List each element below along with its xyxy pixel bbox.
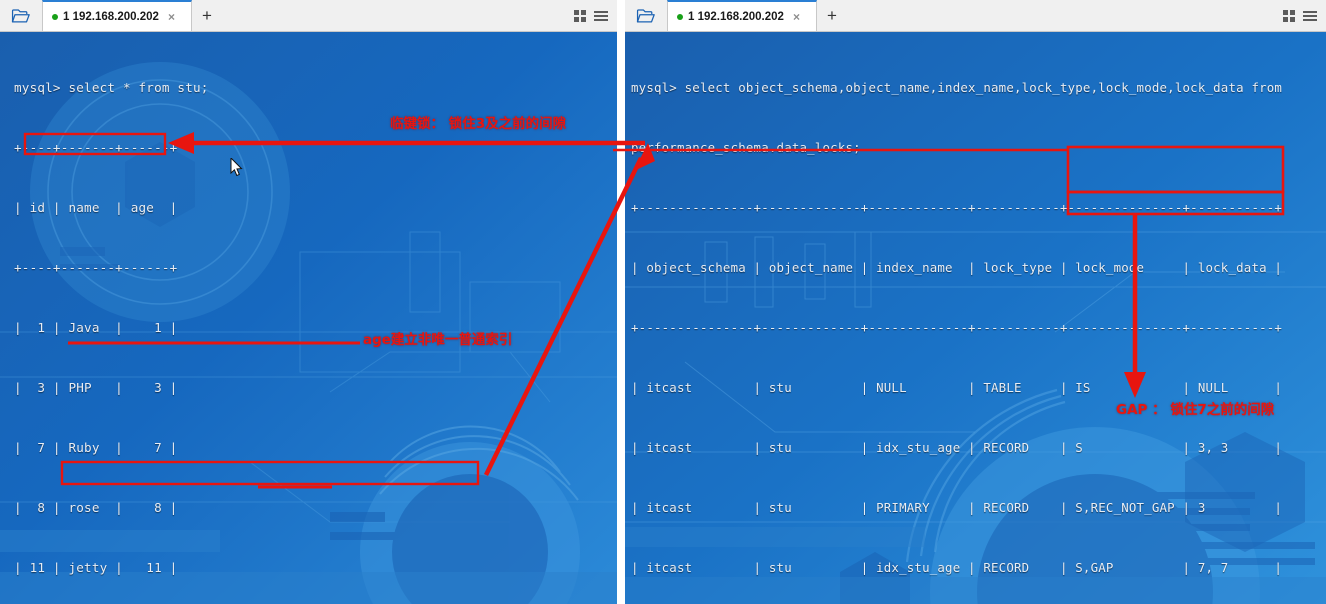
folder-open-button-left[interactable] — [0, 0, 42, 31]
folder-open-icon — [11, 8, 30, 22]
grid-layout-icon[interactable] — [1283, 9, 1295, 22]
pane-divider — [617, 0, 625, 604]
terminal-line: +----+-------+------+ — [14, 260, 178, 275]
terminal-line: | itcast | stu | idx_stu_age | RECORD | … — [631, 440, 1283, 455]
terminal-line: +---------------+-------------+---------… — [631, 320, 1283, 335]
terminal-app-window: 1 192.168.200.202 × + mysql> select * fr… — [0, 0, 1326, 604]
terminal-pane-left: 1 192.168.200.202 × + mysql> select * fr… — [0, 0, 617, 604]
terminal-line: | 11 | jetty | 11 | — [14, 560, 178, 575]
terminal-line: +----+-------+------+ — [14, 140, 178, 155]
new-tab-button-left[interactable]: + — [192, 0, 222, 31]
terminal-line: | 7 | Ruby | 7 | — [14, 440, 178, 455]
hamburger-menu-icon[interactable] — [594, 10, 608, 21]
tab-close-icon[interactable]: × — [168, 11, 175, 23]
annotation-index-label: age建立非唯一普通索引 — [363, 332, 513, 348]
terminal-line: | id | name | age | — [14, 200, 178, 215]
tab-status-dot-icon — [677, 13, 683, 20]
terminal-line: | object_schema | object_name | index_na… — [631, 260, 1283, 275]
tab-session-left[interactable]: 1 192.168.200.202 × — [42, 0, 192, 31]
tab-bar-tools-left — [574, 0, 617, 31]
tab-bar-tools-right — [1283, 0, 1326, 31]
terminal-line: +---------------+-------------+---------… — [631, 200, 1283, 215]
grid-layout-icon[interactable] — [574, 9, 586, 22]
hamburger-menu-icon[interactable] — [1303, 10, 1317, 21]
terminal-line: | 3 | PHP | 3 | — [14, 380, 178, 395]
terminal-pane-right: 1 192.168.200.202 × + mysql> select obje… — [625, 0, 1326, 604]
annotation-next-key-lock-label: 临键锁： 锁住3及之前的间隙 — [390, 116, 567, 132]
tab-close-icon[interactable]: × — [793, 11, 800, 23]
annotation-gap-label: GAP ： 锁住7之前的间隙 — [1116, 402, 1275, 418]
new-tab-button-right[interactable]: + — [817, 0, 847, 31]
terminal-line: | 1 | Java | 1 | — [14, 320, 178, 335]
terminal-line: | 8 | rose | 8 | — [14, 500, 178, 515]
terminal-line: mysql> select object_schema,object_name,… — [631, 80, 1283, 95]
terminal-line: | itcast | stu | NULL | TABLE | IS | NUL… — [631, 380, 1283, 395]
terminal-line: performance_schema.data_locks; — [631, 140, 861, 155]
terminal-text-right: mysql> select object_schema,object_name,… — [625, 32, 1326, 604]
tab-status-dot-icon — [52, 13, 58, 20]
folder-open-button-right[interactable] — [625, 0, 667, 31]
folder-open-icon — [636, 8, 655, 22]
tab-label: 1 192.168.200.202 — [688, 10, 784, 23]
mouse-cursor-icon — [230, 158, 243, 177]
tab-bar-spacer — [847, 0, 1283, 31]
terminal-line: mysql> select * from stu; — [14, 80, 209, 95]
terminal-output-right[interactable]: mysql> select object_schema,object_name,… — [625, 32, 1326, 604]
tab-session-right[interactable]: 1 192.168.200.202 × — [667, 0, 817, 31]
tab-bar-spacer — [222, 0, 574, 31]
tab-bar-left: 1 192.168.200.202 × + — [0, 0, 617, 32]
tab-bar-right: 1 192.168.200.202 × + — [625, 0, 1326, 32]
terminal-line: | itcast | stu | PRIMARY | RECORD | S,RE… — [631, 500, 1283, 515]
tab-label: 1 192.168.200.202 — [63, 10, 159, 23]
terminal-line: | itcast | stu | idx_stu_age | RECORD | … — [631, 560, 1283, 575]
